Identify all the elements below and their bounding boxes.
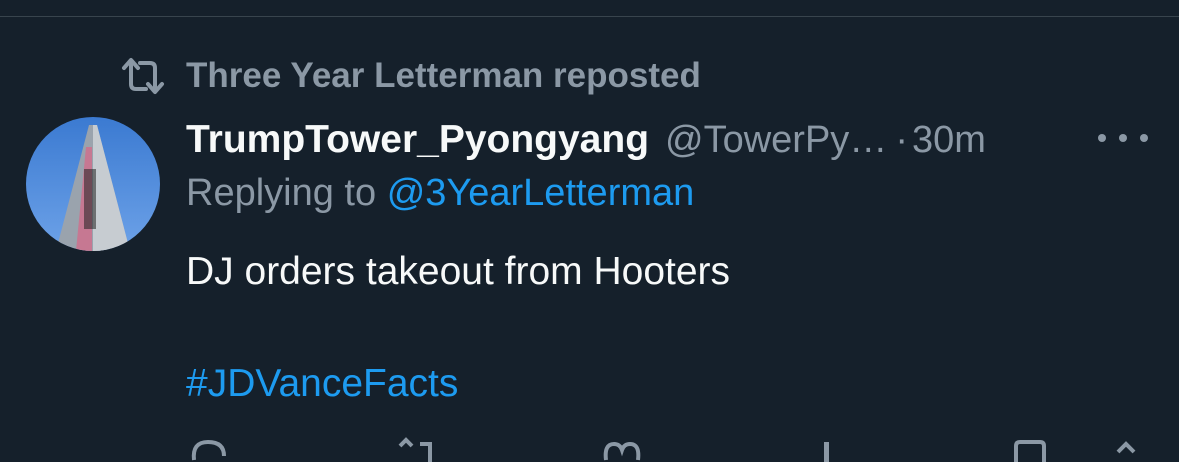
like-icon[interactable] [600, 432, 644, 462]
tweet-header: TrumpTower_Pyongyang @TowerPy… · 30m [186, 112, 1146, 168]
replying-to-label: Replying to [186, 172, 377, 214]
replying-to: Replying to @3YearLetterman [186, 172, 694, 222]
retweet-icon[interactable] [394, 432, 438, 462]
display-name[interactable]: TrumpTower_Pyongyang [186, 118, 649, 162]
separator-dot: · [895, 118, 908, 161]
avatar[interactable] [26, 117, 160, 251]
views-icon[interactable] [806, 432, 850, 462]
more-options-button[interactable] [1098, 120, 1148, 156]
repost-text: Three Year Letterman reposted [186, 56, 701, 95]
repost-context[interactable]: Three Year Letterman reposted [120, 54, 701, 98]
hashtag-link[interactable]: #JDVanceFacts [186, 362, 458, 406]
tweet-text: DJ orders takeout from Hooters [186, 250, 731, 293]
divider [0, 16, 1179, 17]
replying-to-mention[interactable]: @3YearLetterman [387, 172, 695, 214]
reply-icon[interactable] [186, 432, 230, 462]
user-handle[interactable]: @TowerPy… [665, 119, 887, 162]
bookmark-icon[interactable] [1008, 432, 1052, 462]
more-icon [1098, 134, 1106, 142]
timestamp[interactable]: 30m [912, 119, 986, 162]
action-bar [0, 432, 1179, 462]
repost-icon [120, 56, 166, 96]
share-icon[interactable] [1108, 432, 1152, 462]
